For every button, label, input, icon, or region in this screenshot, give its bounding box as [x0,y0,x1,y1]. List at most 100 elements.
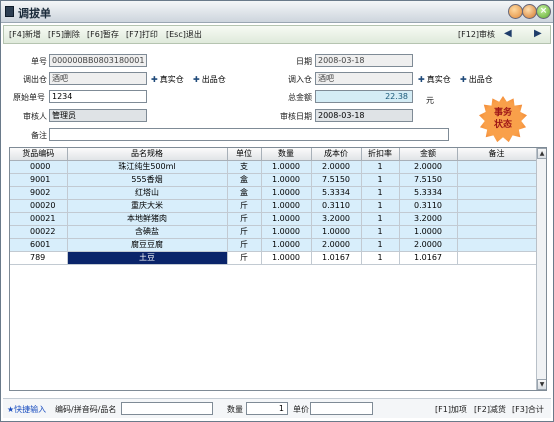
cell-cost[interactable]: 3.2000 [311,212,362,226]
cell-code[interactable]: 00022 [10,225,68,239]
cell-code[interactable]: 00020 [10,199,68,213]
col-header-name[interactable]: 品名规格 [67,148,228,161]
cell-qty[interactable]: 1.0000 [261,225,312,239]
original-no-field[interactable]: 1234 [49,90,147,103]
cell-cost[interactable]: 7.5150 [311,173,362,187]
cell-discount[interactable]: 1 [361,251,400,265]
out-warehouse-field[interactable]: 酒吧 [49,72,147,85]
cell-remark[interactable] [457,160,537,174]
code-search-input[interactable] [121,402,213,415]
cell-remark[interactable] [457,186,537,200]
cell-name[interactable]: 本地鲜猪肉 [67,212,228,226]
cell-cost[interactable]: 0.3110 [311,199,362,213]
cell-code[interactable]: 6001 [10,238,68,252]
cell-code[interactable]: 00021 [10,212,68,226]
cell-discount[interactable]: 1 [361,186,400,200]
cell-amount[interactable]: 7.5150 [399,173,458,187]
cell-name[interactable]: 红塔山 [67,186,228,200]
new-button[interactable]: [F4]新增 [9,29,41,40]
date-field[interactable]: 2008-03-18 [315,54,413,67]
cell-code[interactable]: 9001 [10,173,68,187]
out-goods-warehouse-option[interactable]: ✚ 出品仓 [193,74,226,85]
out-real-warehouse-option[interactable]: ✚ 真实仓 [151,74,184,85]
col-header-qty[interactable]: 数量 [261,148,312,161]
add-item-button[interactable]: [F1]加项 [435,404,467,415]
print-button[interactable]: [F7]打印 [126,29,158,40]
cell-qty[interactable]: 1.0000 [261,160,312,174]
sum-button[interactable]: [F3]合计 [512,404,544,415]
cell-name[interactable]: 腐豆豆腐 [67,238,228,252]
cell-discount[interactable]: 1 [361,160,400,174]
scroll-up-icon[interactable]: ▲ [537,148,546,159]
table-row[interactable]: 9001 555香烟 盒 1.0000 7.5150 1 7.5150 [10,173,537,187]
scroll-down-icon[interactable]: ▼ [537,379,546,390]
col-header-remark[interactable]: 备注 [457,148,537,161]
cell-qty[interactable]: 1.0000 [261,212,312,226]
cell-unit[interactable]: 斤 [227,251,262,265]
table-row[interactable]: 0000 珠江纯生500ml 支 1.0000 2.0000 1 2.0000 [10,160,537,174]
qty-input[interactable]: 1 [246,402,288,415]
audit-button[interactable]: [F12]审核 [458,29,495,40]
cell-cost[interactable]: 1.0167 [311,251,362,265]
cell-qty[interactable]: 1.0000 [261,186,312,200]
next-record-icon[interactable]: ▶ [534,28,542,39]
cell-amount[interactable]: 2.0000 [399,238,458,252]
grid-vertical-scrollbar[interactable]: ▲ ▼ [536,148,546,390]
remove-item-button[interactable]: [F2]减货 [474,404,506,415]
delete-button[interactable]: [F5]删除 [48,29,80,40]
in-warehouse-field[interactable]: 酒吧 [315,72,413,85]
cell-unit[interactable]: 盒 [227,173,262,187]
in-real-warehouse-option[interactable]: ✚ 真实仓 [418,74,451,85]
doc-no-field[interactable]: 000000BB0803180001 [49,54,147,67]
cell-unit[interactable]: 斤 [227,225,262,239]
cell-remark[interactable] [457,173,537,187]
cell-amount[interactable]: 0.3110 [399,199,458,213]
cell-name[interactable]: 重庆大米 [67,199,228,213]
cell-remark[interactable] [457,238,537,252]
cell-remark[interactable] [457,225,537,239]
cell-unit[interactable]: 斤 [227,212,262,226]
cell-remark[interactable] [457,251,537,265]
cell-amount[interactable]: 5.3334 [399,186,458,200]
cell-amount[interactable]: 1.0000 [399,225,458,239]
table-row[interactable]: 9002 红塔山 盒 1.0000 5.3334 1 5.3334 [10,186,537,200]
cell-cost[interactable]: 2.0000 [311,160,362,174]
close-button[interactable]: × [536,4,551,19]
cell-amount[interactable]: 2.0000 [399,160,458,174]
cell-name[interactable]: 含碘盐 [67,225,228,239]
cell-qty[interactable]: 1.0000 [261,199,312,213]
col-header-amount[interactable]: 金额 [399,148,458,161]
cell-unit[interactable]: 斤 [227,199,262,213]
cell-unit[interactable]: 盒 [227,186,262,200]
col-header-unit[interactable]: 单位 [227,148,262,161]
hold-button[interactable]: [F6]暂存 [87,29,119,40]
cell-qty[interactable]: 1.0000 [261,173,312,187]
cell-cost[interactable]: 1.0000 [311,225,362,239]
table-row[interactable]: 00021 本地鲜猪肉 斤 1.0000 3.2000 1 3.2000 [10,212,537,226]
in-goods-warehouse-option[interactable]: ✚ 出品仓 [460,74,493,85]
table-row-selected[interactable]: 789 土豆 斤 1.0000 1.0167 1 1.0167 [10,251,537,265]
table-row[interactable]: 00022 含碘盐 斤 1.0000 1.0000 1 1.0000 [10,225,537,239]
cell-unit[interactable]: 支 [227,160,262,174]
cell-discount[interactable]: 1 [361,212,400,226]
price-input[interactable] [310,402,373,415]
col-header-code[interactable]: 货品编码 [10,148,68,161]
col-header-discount[interactable]: 折扣率 [361,148,400,161]
cell-discount[interactable]: 1 [361,238,400,252]
cell-code[interactable]: 9002 [10,186,68,200]
cell-cost[interactable]: 2.0000 [311,238,362,252]
cell-code[interactable]: 0000 [10,160,68,174]
cell-amount[interactable]: 1.0167 [399,251,458,265]
maximize-button[interactable] [522,4,537,19]
cell-qty[interactable]: 1.0000 [261,238,312,252]
cell-amount[interactable]: 3.2000 [399,212,458,226]
cell-name[interactable]: 555香烟 [67,173,228,187]
cell-unit[interactable]: 斤 [227,238,262,252]
table-row[interactable]: 6001 腐豆豆腐 斤 1.0000 2.0000 1 2.0000 [10,238,537,252]
cell-discount[interactable]: 1 [361,199,400,213]
table-row[interactable]: 00020 重庆大米 斤 1.0000 0.3110 1 0.3110 [10,199,537,213]
minimize-button[interactable] [508,4,523,19]
cell-discount[interactable]: 1 [361,225,400,239]
cell-discount[interactable]: 1 [361,173,400,187]
remark-field[interactable] [49,128,449,141]
